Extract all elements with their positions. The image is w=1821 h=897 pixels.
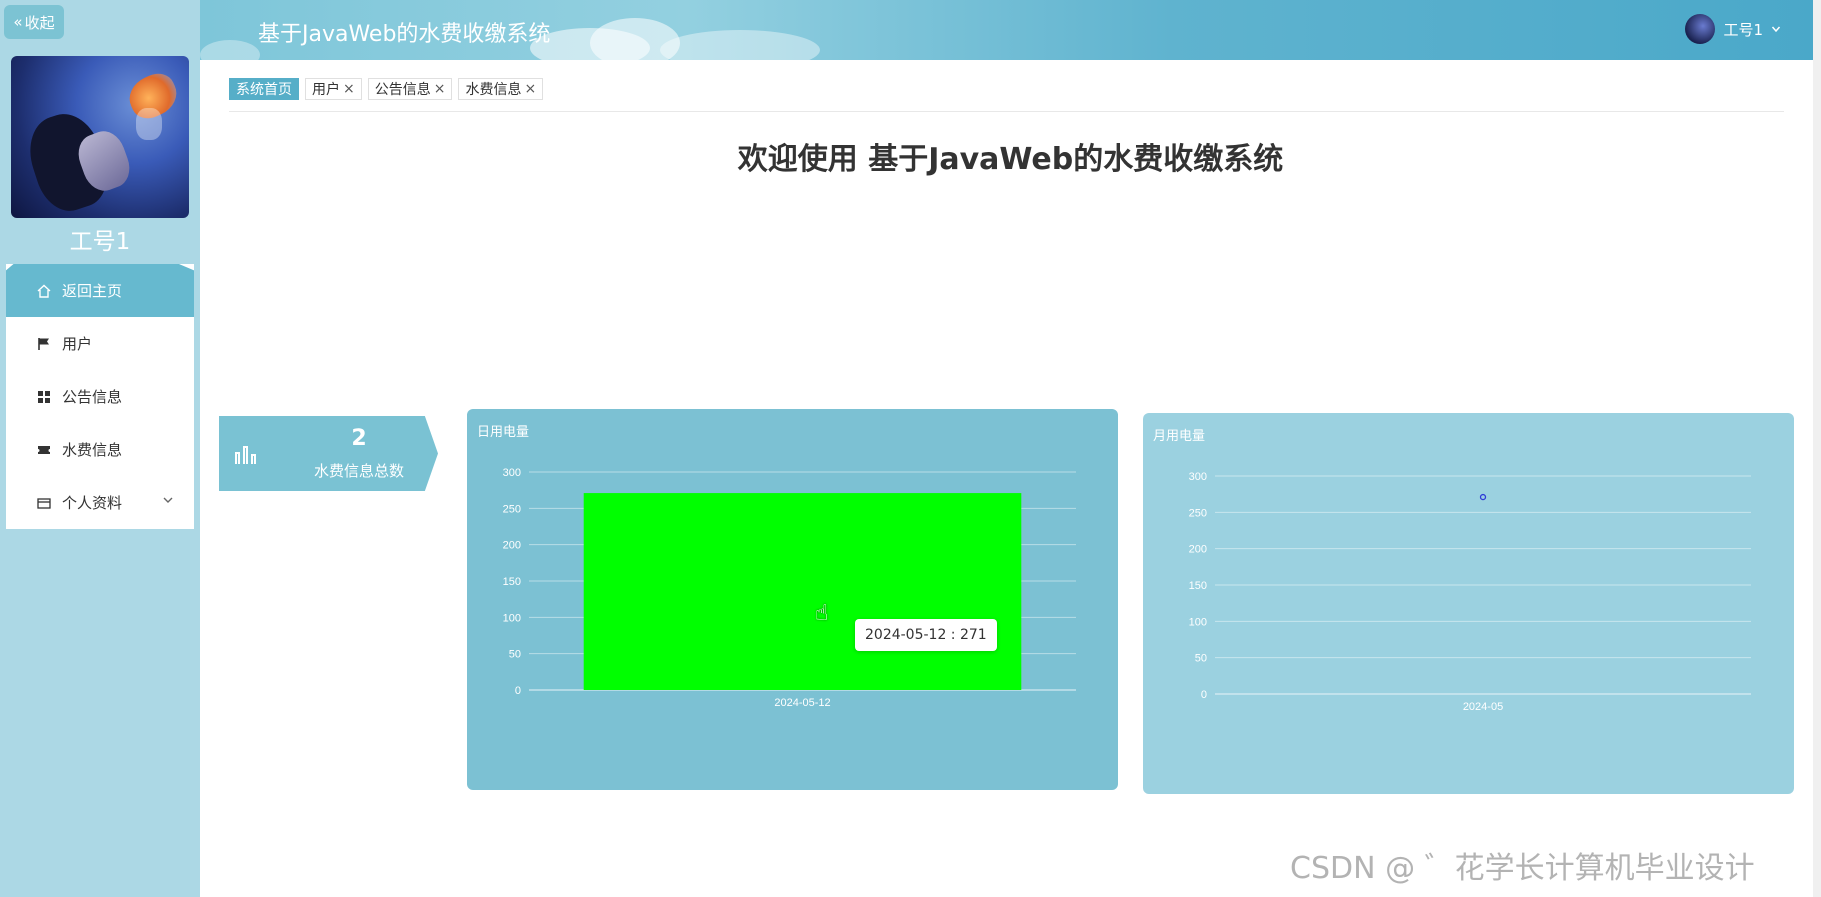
hand-cursor-icon: ☝	[815, 601, 829, 626]
y-tick-label: 50	[1195, 653, 1207, 665]
y-tick-label: 300	[1189, 471, 1207, 483]
y-tick-label: 0	[1201, 689, 1207, 701]
tab-label: 系统首页	[236, 82, 292, 98]
y-tick-label: 50	[509, 649, 521, 661]
user-avatar	[11, 56, 189, 218]
y-tick-label: 100	[1189, 616, 1207, 628]
wallet-icon	[36, 495, 52, 511]
monthly-chart-panel: 月用电量 0 50 100 150 200 250 300 2024-05	[1143, 413, 1794, 794]
header-username: 工号1	[1723, 20, 1763, 39]
ticket-icon	[36, 442, 52, 458]
y-tick-label: 0	[515, 685, 521, 697]
avatar	[1685, 14, 1716, 44]
flag-icon	[36, 336, 52, 352]
home-icon	[36, 283, 52, 299]
y-tick-label: 200	[1189, 544, 1207, 556]
tab-label: 用户	[312, 82, 340, 98]
chart-tooltip: 2024-05-12 : 271	[855, 619, 997, 651]
tabs-divider	[229, 111, 1784, 112]
y-tick-label: 150	[503, 576, 521, 588]
sidebar-item-label: 返回主页	[62, 282, 123, 300]
chevron-down-icon	[162, 494, 174, 509]
collapse-label: 收起	[24, 13, 55, 32]
x-tick-label: 2024-05-12	[774, 697, 830, 709]
sidebar-menu: 返回主页 用户 公告信息 水费信息 个人资料	[6, 264, 194, 529]
stat-card: 2 水费信息总数	[219, 416, 438, 491]
page-title: 欢迎使用 基于JavaWeb的水费收缴系统	[737, 142, 1284, 177]
tab-users[interactable]: 用户 ×	[305, 78, 362, 100]
tab-notices[interactable]: 公告信息 ×	[367, 78, 453, 100]
sidebar-username: 工号1	[69, 229, 131, 255]
sidebar-item-label: 公告信息	[62, 388, 123, 406]
sidebar-item-users[interactable]: 用户	[6, 317, 194, 370]
sidebar-item-label: 个人资料	[62, 494, 123, 512]
sidebar-item-label: 水费信息	[62, 441, 123, 459]
sidebar-item-notices[interactable]: 公告信息	[6, 370, 194, 423]
tab-home[interactable]: 系统首页	[229, 78, 299, 100]
daily-chart-panel: 日用电量 0 50 100 150 200 250 300 2024-05-12 2024-0…	[467, 409, 1118, 790]
app-title: 基于JavaWeb的水费收缴系统	[258, 22, 551, 47]
double-chevron-left-icon: «	[13, 13, 23, 31]
close-icon[interactable]: ×	[524, 81, 536, 97]
y-tick-label: 250	[503, 503, 521, 515]
watermark: CSDN @ ゛花学长计算机毕业设计	[1290, 851, 1755, 886]
top-header: 基于JavaWeb的水费收缴系统 工号1	[200, 0, 1821, 60]
sidebar-item-water-fees[interactable]: 水费信息	[6, 423, 194, 476]
tab-label: 公告信息	[374, 82, 431, 98]
bar	[583, 493, 1022, 690]
collapse-button[interactable]: « 收起	[4, 5, 64, 39]
monthly-line-chart: 0 50 100 150 200 250 300 2024-05	[1189, 471, 1751, 713]
stat-label: 水费信息总数	[313, 462, 404, 480]
y-tick-label: 150	[1189, 580, 1207, 592]
close-icon[interactable]: ×	[434, 81, 446, 97]
user-menu[interactable]: 工号1	[1685, 14, 1781, 44]
close-icon[interactable]: ×	[343, 81, 355, 97]
y-tick-label: 200	[503, 540, 521, 552]
chevron-down-icon	[1771, 20, 1781, 38]
daily-bar-chart: 0 50 100 150 200 250 300 2024-05-12	[503, 467, 1076, 709]
sidebar-item-label: 用户	[62, 335, 93, 353]
tab-bar: 系统首页 用户 × 公告信息 × 水费信息 ×	[229, 78, 544, 100]
tab-label: 水费信息	[465, 82, 522, 98]
tab-water-fees[interactable]: 水费信息 ×	[458, 78, 544, 100]
sidebar: « 收起 工号1 返回主页 用户 公告信息 水费信息 个人资料	[0, 0, 200, 897]
sidebar-item-home[interactable]: 返回主页	[6, 264, 194, 317]
y-tick-label: 250	[1189, 507, 1207, 519]
x-tick-label: 2024-05	[1463, 701, 1503, 713]
grid-icon	[36, 389, 52, 405]
sidebar-item-profile[interactable]: 个人资料	[6, 476, 194, 529]
y-tick-label: 300	[503, 467, 521, 479]
y-tick-label: 100	[503, 612, 521, 624]
data-point	[1479, 493, 1487, 501]
bar-chart-icon	[235, 442, 261, 464]
stat-value: 2	[351, 426, 367, 451]
